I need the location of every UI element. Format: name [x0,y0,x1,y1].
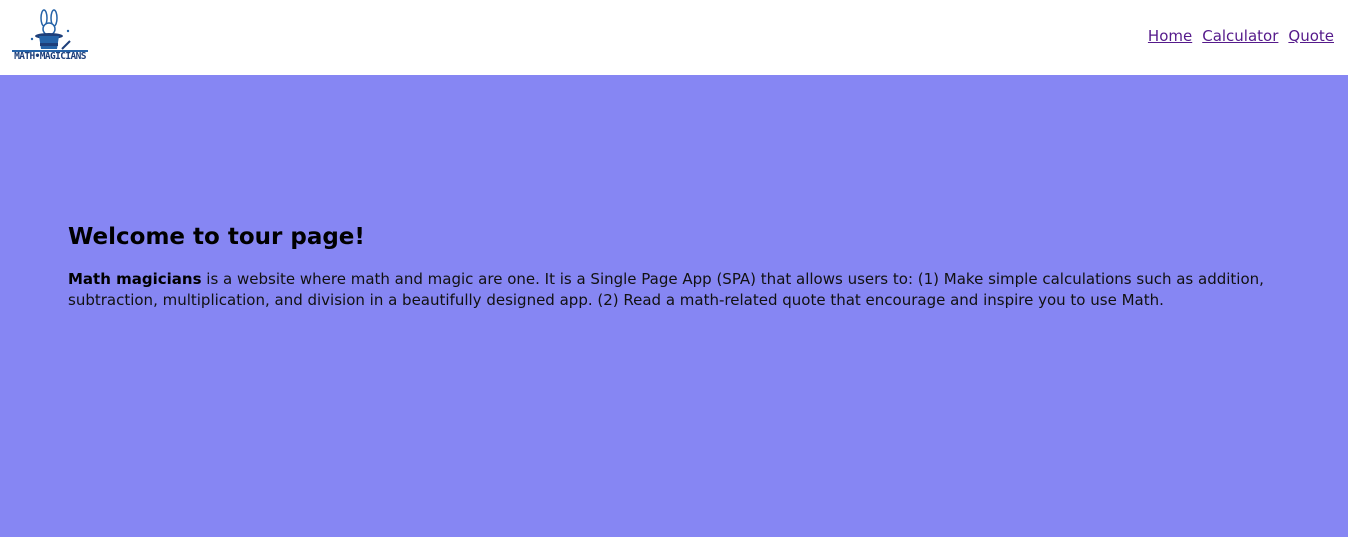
site-header: MATH•MAGICIANS Home Calculator Quote [0,0,1348,75]
nav-link-calculator[interactable]: Calculator [1202,26,1278,46]
main-content: Welcome to tour page! Math magicians is … [0,75,1348,537]
page-description: Math magicians is a website where math a… [68,269,1273,311]
logo-text: MATH•MAGICIANS [14,51,86,62]
nav-link-quote[interactable]: Quote [1288,26,1334,46]
page-title: Welcome to tour page! [68,224,365,250]
description-bold-text: Math magicians [68,270,202,288]
nav-link-home[interactable]: Home [1148,26,1192,46]
main-nav: Home Calculator Quote [1148,26,1334,46]
logo[interactable]: MATH•MAGICIANS [10,9,90,65]
description-text: is a website where math and magic are on… [68,270,1264,309]
